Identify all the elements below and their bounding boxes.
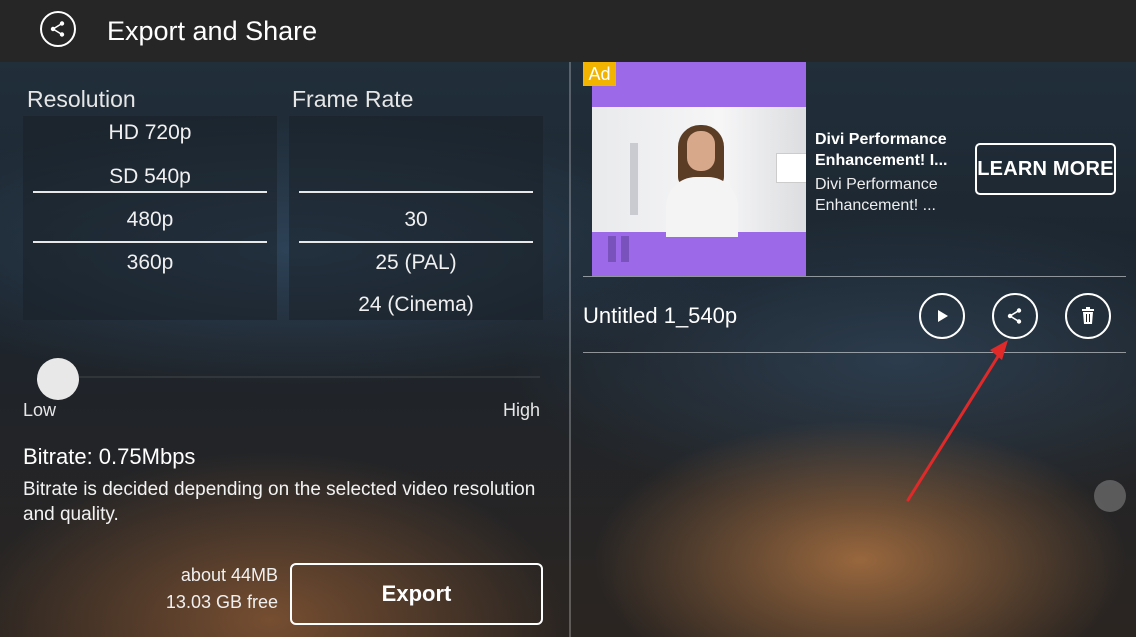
free-space: 13.03 GB free [165, 592, 278, 612]
share-back-button[interactable] [40, 11, 76, 47]
quality-slider-track[interactable] [40, 376, 540, 378]
delete-button[interactable] [1065, 293, 1111, 339]
bitrate-value: Bitrate: 0.75Mbps [23, 444, 196, 469]
pause-icon[interactable] [608, 236, 630, 262]
play-button[interactable] [919, 293, 965, 339]
top-bar: Export and Share [0, 0, 1136, 62]
export-button[interactable]: Export [290, 563, 543, 625]
picker-selection-line [33, 241, 267, 243]
quality-slider-handle[interactable] [37, 358, 79, 400]
share-icon [1007, 308, 1022, 324]
play-icon [938, 310, 948, 322]
scroll-indicator [1094, 480, 1126, 512]
bitrate-description: Bitrate is decided depending on the sele… [23, 479, 536, 525]
ad-video-frame [592, 107, 806, 237]
learn-more-button[interactable]: LEARN MORE [975, 143, 1116, 195]
ad-headline[interactable]: Divi Performance Enhancement! I... [815, 129, 965, 171]
share-back-icon [50, 21, 65, 37]
frame-rate-option-selected[interactable]: 30 [289, 208, 543, 232]
resolution-option[interactable]: SD 540p [23, 165, 277, 189]
frame-rate-label: Frame Rate [292, 86, 414, 112]
resolution-option[interactable]: 360p [23, 251, 277, 275]
trash-icon [1082, 307, 1094, 324]
share-button[interactable] [992, 293, 1038, 339]
resolution-option[interactable]: HD 720p [23, 121, 277, 145]
frame-rate-picker[interactable]: 30 25 (PAL) 24 (Cinema) [289, 116, 543, 320]
resolution-picker[interactable]: HD 720p SD 540p 480p 360p [23, 116, 277, 320]
ad-video-thumbnail[interactable] [592, 62, 806, 276]
panel-divider [569, 62, 571, 637]
picker-selection-line [299, 241, 533, 243]
frame-rate-option[interactable]: 24 (Cinema) [289, 293, 543, 317]
ad-badge: Ad [583, 62, 616, 86]
picker-selection-line [33, 191, 267, 193]
picker-selection-line [299, 191, 533, 193]
page-title: Export and Share [107, 16, 318, 46]
ad-description[interactable]: Divi Performance Enhancement! ... [815, 174, 965, 216]
exported-file-name: Untitled 1_540p [583, 303, 738, 328]
slider-high-label: High [503, 400, 541, 420]
divider [583, 276, 1126, 277]
file-size-estimate: about 44MB [180, 565, 278, 585]
divider [583, 352, 1126, 353]
resolution-option-selected[interactable]: 480p [23, 208, 277, 232]
slider-low-label: Low [23, 400, 57, 420]
frame-rate-option[interactable]: 25 (PAL) [289, 251, 543, 275]
resolution-label: Resolution [27, 86, 136, 112]
